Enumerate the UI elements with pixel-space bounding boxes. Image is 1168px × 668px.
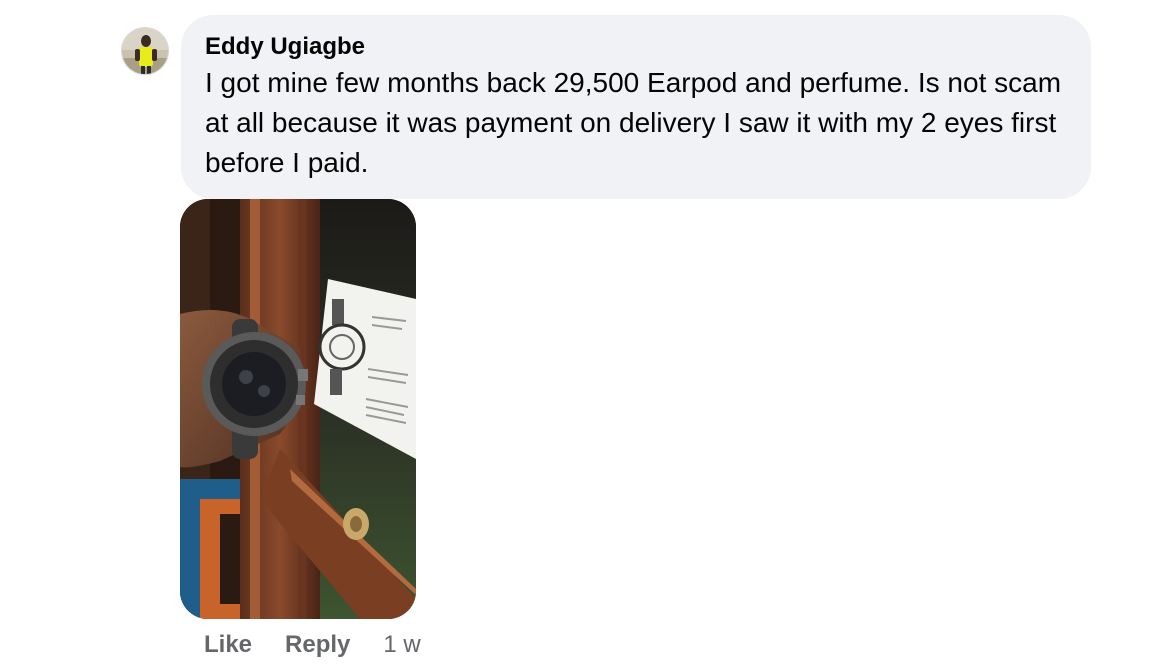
avatar[interactable]	[121, 27, 169, 75]
comment-author[interactable]: Eddy Ugiagbe	[205, 32, 1067, 62]
like-button[interactable]: Like	[204, 630, 252, 660]
reply-button[interactable]: Reply	[285, 630, 350, 660]
wristwatch-photo-icon	[180, 199, 416, 619]
comment-timestamp[interactable]: 1 w	[383, 630, 420, 660]
comment-thread: · Eddy Ugiagbe I got mine few months bac…	[0, 0, 1168, 668]
previous-action-fragment: ·	[260, 0, 335, 12]
user-avatar-icon	[122, 28, 168, 74]
comment-text: I got mine few months back 29,500 Earpod…	[205, 67, 1062, 178]
comment-actions: Like Reply 1 w	[204, 630, 421, 660]
comment-photo[interactable]	[180, 199, 416, 619]
comment-bubble: Eddy Ugiagbe I got mine few months back …	[181, 15, 1091, 199]
